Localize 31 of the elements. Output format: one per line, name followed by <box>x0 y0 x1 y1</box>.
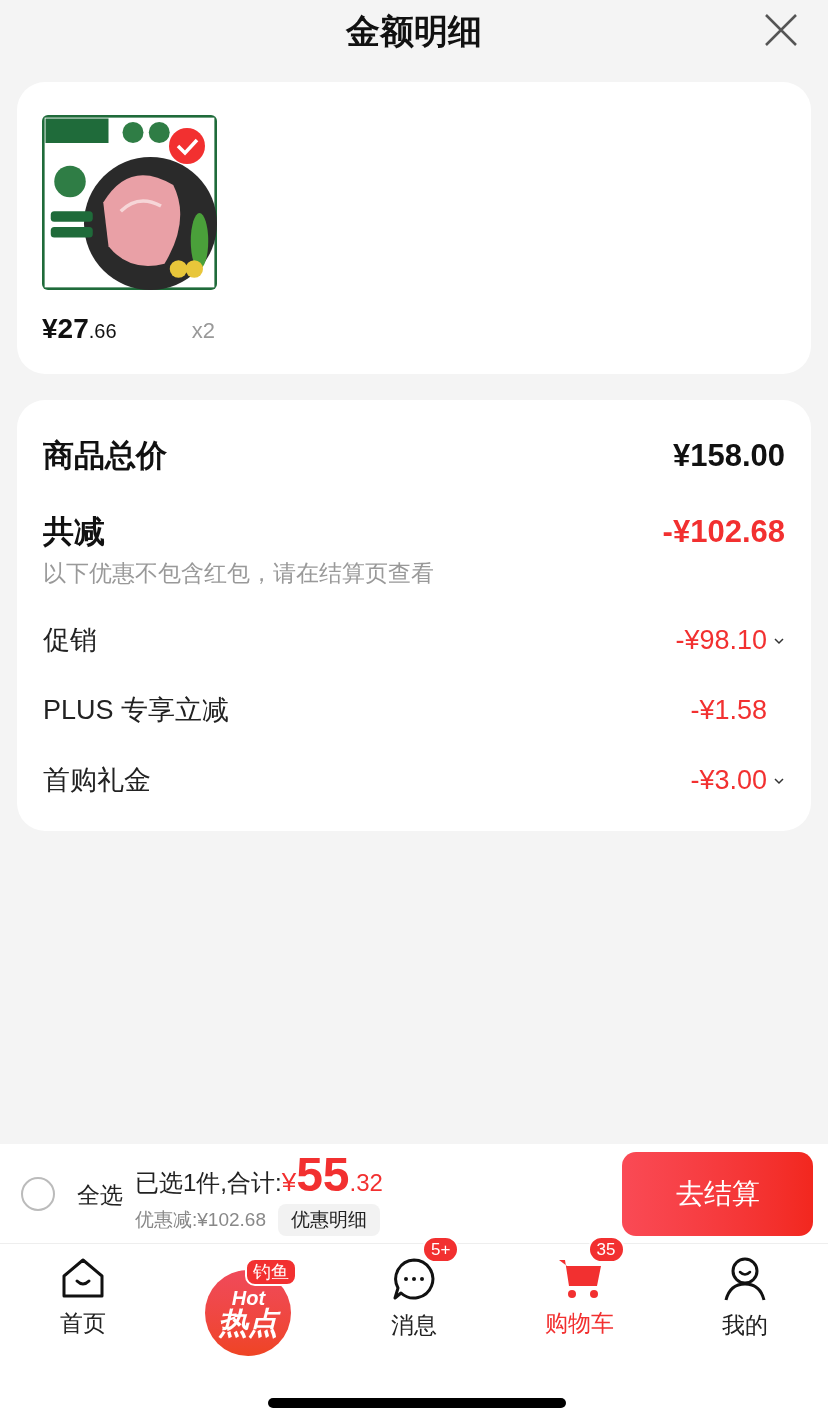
product-quantity: x2 <box>191 317 215 345</box>
select-all-label[interactable]: 全选 <box>77 1178 123 1213</box>
close-icon[interactable] <box>764 13 798 47</box>
discount-item-label: 首购礼金 <box>43 764 151 798</box>
product-price: ¥27.66 <box>42 312 117 346</box>
discount-item-label: PLUS 专享立减 <box>43 694 230 728</box>
total-label: 商品总价 <box>43 436 167 475</box>
chat-bubble-icon <box>391 1256 437 1302</box>
count-badge: 35 <box>587 1236 625 1263</box>
tab-item[interactable]: 首页 <box>59 1256 106 1341</box>
chevron-down-icon[interactable] <box>773 636 785 645</box>
page-title: 金额明细 <box>346 10 482 52</box>
discount-item-value: -¥3.00 <box>690 764 767 798</box>
tab-item[interactable]: 我的 <box>722 1256 769 1343</box>
savings-text: 优惠减:¥102.68 <box>135 1207 266 1232</box>
select-all-checkbox[interactable] <box>21 1176 55 1211</box>
count-badge: 5+ <box>422 1236 460 1263</box>
chevron-down-icon[interactable] <box>773 776 785 785</box>
grand-total: ¥55.32 <box>281 1150 383 1202</box>
discount-value: -¥102.68 <box>662 512 785 551</box>
discount-detail-button[interactable]: 优惠明细 <box>277 1203 380 1237</box>
discount-item-label: 促销 <box>43 624 97 658</box>
tag-badge: 钓鱼 <box>245 1258 298 1286</box>
discount-item-value: -¥98.10 <box>675 624 767 658</box>
total-value: ¥158.00 <box>672 436 785 475</box>
checkout-button[interactable]: 去结算 <box>622 1151 813 1236</box>
check-icon[interactable] <box>169 128 205 164</box>
discount-note: 以下优惠不包含红包，请在结算页查看 <box>43 559 435 588</box>
discount-item-value: -¥1.58 <box>690 694 767 728</box>
discount-label: 共减 <box>43 512 105 551</box>
selected-summary: 已选1件,合计: <box>135 1167 282 1198</box>
